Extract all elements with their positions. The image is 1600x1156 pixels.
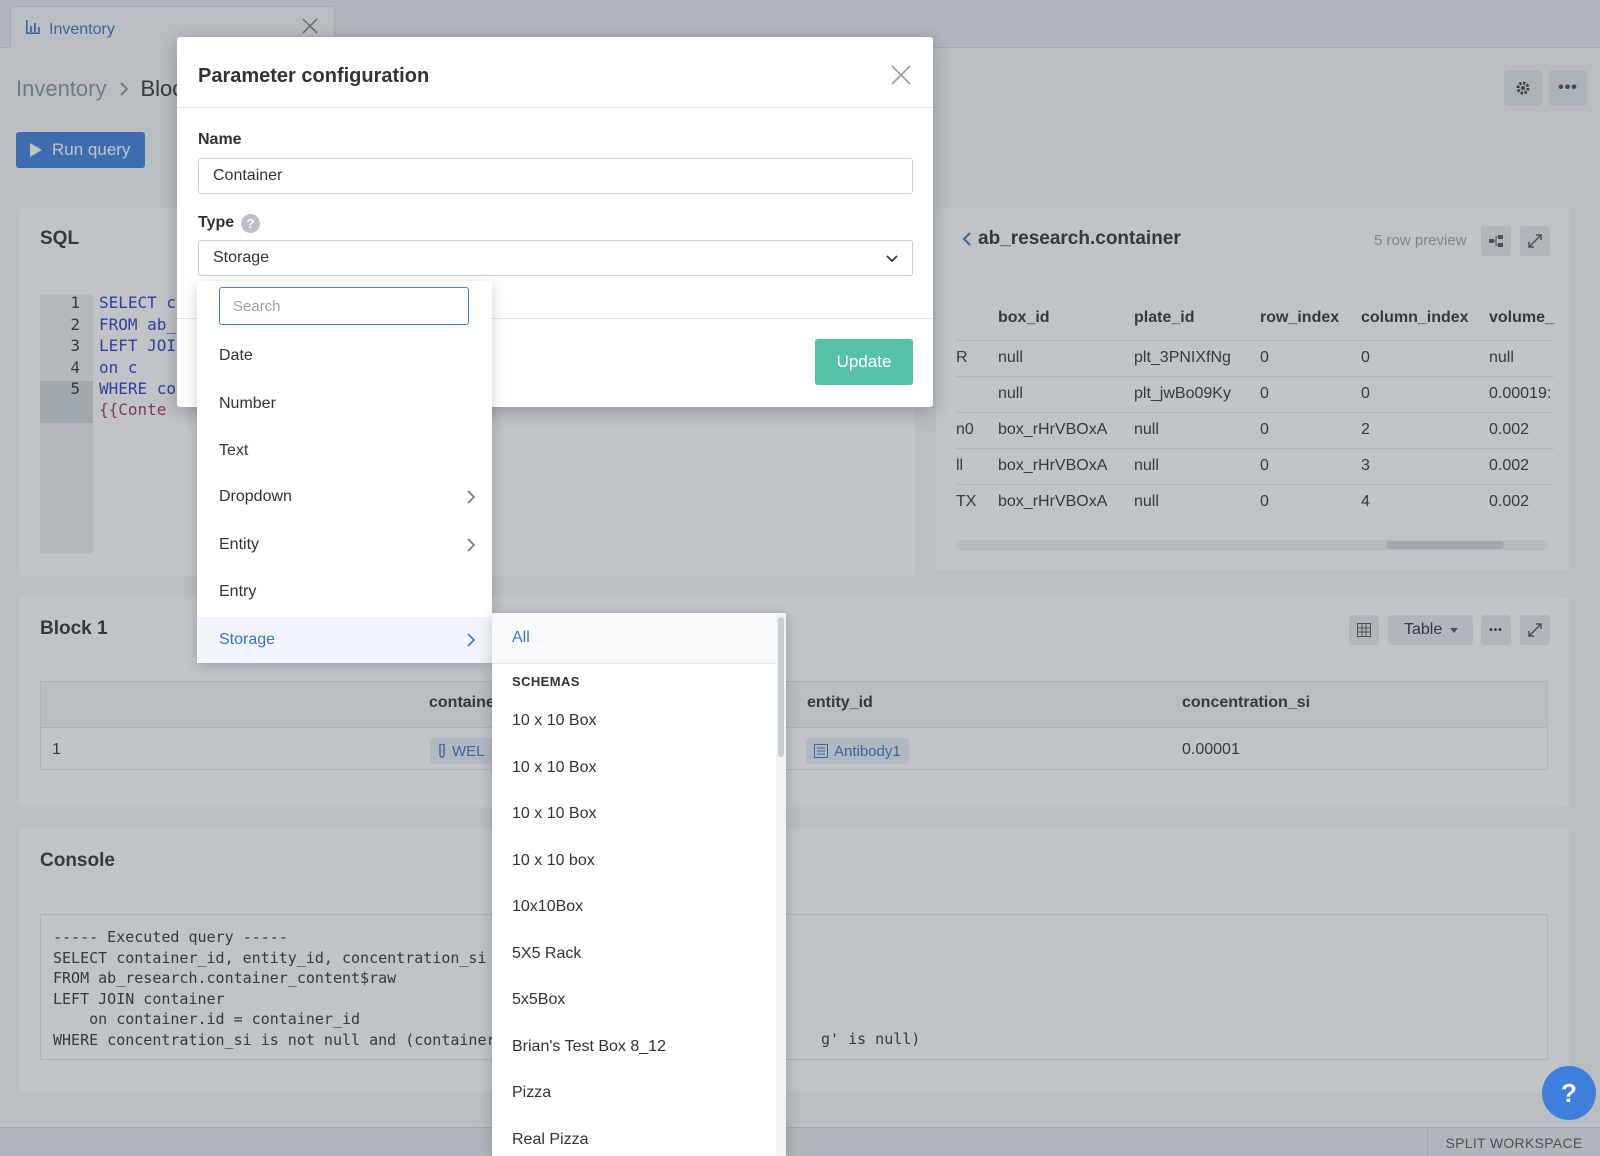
storage-submenu: All SCHEMAS 10 x 10 Box 10 x 10 Box 10 x 1…: [492, 613, 786, 1156]
menu-item-date[interactable]: Date: [197, 333, 492, 379]
close-icon[interactable]: [889, 63, 913, 87]
schemas-heading: SCHEMAS: [512, 674, 580, 689]
type-label: Type: [198, 214, 235, 231]
schema-option[interactable]: Brian's Test Box 8_12: [492, 1024, 776, 1070]
schema-option[interactable]: 10 x 10 Box: [492, 745, 776, 791]
schema-option[interactable]: 10 x 10 box: [492, 838, 776, 884]
menu-item-label: Date: [219, 347, 253, 364]
modal-title: Parameter configuration: [198, 65, 430, 87]
menu-item-label: Text: [219, 442, 249, 459]
schema-option[interactable]: 5x5Box: [492, 977, 776, 1023]
chevron-right-icon: [467, 490, 476, 504]
submenu-scrollbar-thumb[interactable]: [778, 617, 784, 757]
menu-item-entity[interactable]: Entity: [197, 522, 492, 568]
chevron-right-icon: [467, 538, 476, 552]
schema-option[interactable]: 5X5 Rack: [492, 931, 776, 977]
type-dropdown-menu: Search Date Number Text Dropdown Entity Entry…: [197, 281, 492, 663]
name-label: Name: [198, 131, 242, 148]
menu-item-number[interactable]: Number: [197, 381, 492, 427]
name-field[interactable]: Container: [198, 158, 913, 194]
type-select[interactable]: Storage: [198, 240, 913, 276]
schema-option[interactable]: 10 x 10 Box: [492, 791, 776, 837]
menu-item-dropdown[interactable]: Dropdown: [197, 474, 492, 520]
schema-option[interactable]: Real Pizza: [492, 1117, 776, 1156]
divider: [177, 107, 933, 108]
storage-all-option[interactable]: All: [492, 613, 776, 664]
help-circle-icon[interactable]: ?: [241, 214, 260, 233]
menu-item-entry[interactable]: Entry: [197, 569, 492, 615]
schema-option[interactable]: 10 x 10 Box: [492, 698, 776, 744]
menu-item-label: Entity: [219, 536, 260, 553]
chevron-right-icon: [467, 633, 476, 647]
schema-option[interactable]: 10x10Box: [492, 884, 776, 930]
type-select-value: Storage: [213, 249, 270, 266]
help-button[interactable]: ?: [1542, 1066, 1596, 1120]
chevron-down-icon: [886, 255, 898, 263]
menu-item-text[interactable]: Text: [197, 428, 492, 474]
menu-item-storage[interactable]: Storage: [197, 617, 492, 663]
menu-item-label: Dropdown: [219, 488, 292, 505]
update-button[interactable]: Update: [815, 339, 913, 385]
schema-option[interactable]: Pizza: [492, 1070, 776, 1116]
menu-item-label: Entry: [219, 583, 257, 600]
menu-item-label: Storage: [219, 631, 276, 648]
menu-item-label: Number: [219, 395, 276, 412]
menu-search-input[interactable]: Search: [219, 287, 469, 325]
submenu-scrollbar[interactable]: [776, 613, 786, 1156]
